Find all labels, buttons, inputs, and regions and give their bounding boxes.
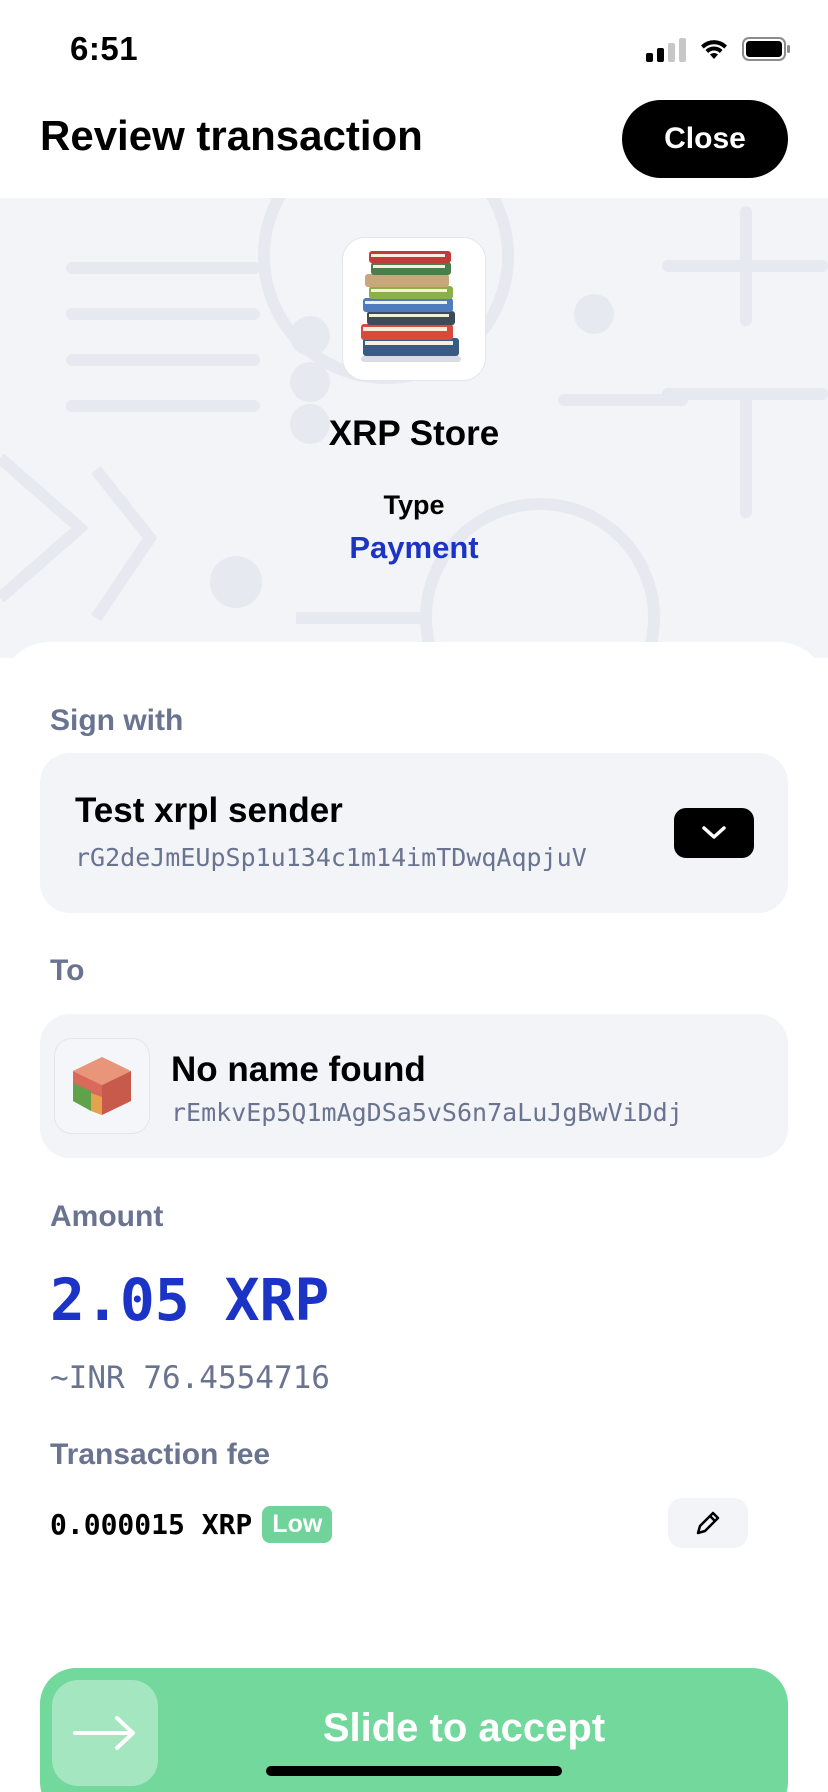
amount-label: Amount	[50, 1200, 164, 1233]
fee-level-badge: Low	[262, 1505, 333, 1543]
pencil-icon	[696, 1511, 720, 1535]
chevron-down-icon	[702, 826, 726, 839]
transaction-fee-row: 0.000015 XRP Low	[50, 1504, 333, 1544]
close-button[interactable]: Close	[622, 100, 788, 178]
destination-name: No name found	[171, 1050, 426, 1089]
home-indicator	[266, 1766, 562, 1776]
wifi-icon	[701, 40, 727, 59]
signer-account-card[interactable]: Test xrpl sender rG2deJmEUpSp1u134c1m14i…	[40, 753, 788, 913]
page-header: Review transaction Close	[0, 98, 828, 198]
status-time: 6:51	[70, 30, 139, 67]
signer-account-name: Test xrpl sender	[75, 791, 343, 830]
amount-fiat-value: ~INR 76.4554716	[50, 1360, 330, 1396]
app-hero: XRP Store Type Payment	[0, 198, 828, 658]
cellular-signal-icon	[646, 36, 686, 62]
books-icon	[343, 238, 485, 380]
transaction-type-label: Type	[383, 490, 445, 520]
transaction-fee-label: Transaction fee	[50, 1438, 271, 1471]
destination-address: rEmkvEp5Q1mAgDSa5vS6n7aLuJgBwViDdj	[171, 1098, 683, 1127]
status-icons	[646, 34, 792, 64]
status-bar: 6:51	[0, 0, 828, 100]
signer-account-address: rG2deJmEUpSp1u134c1m14imTDwqAqpjuV	[75, 843, 587, 872]
account-dropdown-button[interactable]	[674, 808, 754, 858]
transaction-sheet: Sign with Test xrpl sender rG2deJmEUpSp1…	[0, 642, 828, 1792]
to-label: To	[50, 954, 85, 987]
slider-label: Slide to accept	[322, 1706, 606, 1750]
app-name: XRP Store	[328, 414, 500, 453]
battery-icon	[742, 37, 790, 61]
transaction-type-value: Payment	[349, 530, 479, 565]
page-title: Review transaction	[40, 112, 423, 159]
sign-with-label: Sign with	[50, 704, 184, 737]
transaction-fee-value: 0.000015 XRP	[50, 1507, 253, 1541]
cube-avatar-icon	[54, 1038, 150, 1134]
amount-value: 2.05 XRP	[50, 1266, 330, 1334]
edit-fee-button[interactable]	[668, 1498, 748, 1548]
destination-account-card: No name found rEmkvEp5Q1mAgDSa5vS6n7aLuJ…	[40, 1014, 788, 1158]
